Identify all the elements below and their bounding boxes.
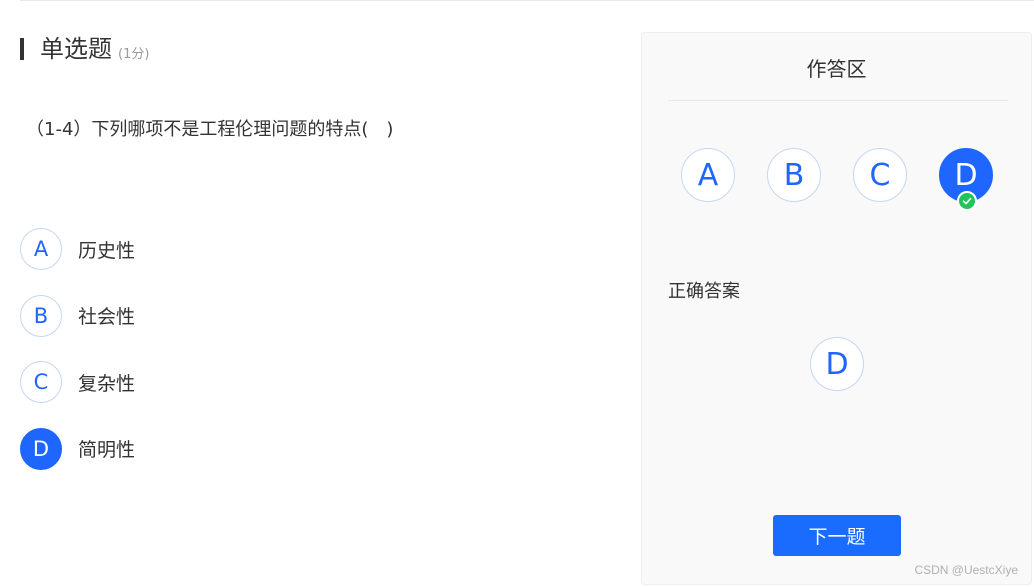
answer-panel-divider (668, 100, 1008, 101)
option-d[interactable]: D 简明性 (20, 427, 135, 471)
answer-choice-a[interactable]: A (681, 148, 735, 202)
option-a[interactable]: A 历史性 (20, 227, 135, 271)
watermark: CSDN @UestcXiye (914, 563, 1018, 577)
header-bar-accent (20, 38, 24, 60)
option-b-text: 社会性 (78, 306, 136, 328)
answer-choice-d[interactable]: D (939, 148, 993, 211)
option-b-letter[interactable]: B (20, 294, 62, 337)
answer-choice-c[interactable]: C (853, 148, 907, 202)
option-c-text: 复杂性 (78, 372, 136, 395)
top-divider (20, 0, 1034, 1)
option-c[interactable]: C 复杂性 (20, 360, 135, 404)
answer-choice-d-letter: D (954, 157, 978, 193)
option-c-letter[interactable]: C (20, 361, 62, 403)
option-d-text: 简明性 (78, 439, 136, 461)
next-question-button[interactable]: 下一题 (773, 515, 901, 556)
answer-choice-row: A B C D (681, 148, 1025, 211)
option-d-letter[interactable]: D (20, 427, 62, 470)
option-list: A 历史性 B 社会性 C 复杂性 D 简明性 (20, 227, 135, 493)
question-type: 单选题 (40, 35, 112, 63)
question-text: （1-4）下列哪项不是工程伦理问题的特点( ) (26, 119, 394, 140)
question-score: (1分) (118, 46, 150, 62)
option-a-text: 历史性 (78, 239, 136, 262)
answer-panel-title: 作答区 (806, 57, 867, 81)
option-a-letter[interactable]: A (20, 228, 62, 270)
answer-choice-b[interactable]: B (767, 148, 821, 202)
correct-answer-value: D (810, 337, 864, 391)
correct-answer-label: 正确答案 (668, 281, 740, 302)
question-header: 单选题 (1分) (20, 34, 149, 64)
option-b[interactable]: B 社会性 (20, 294, 135, 338)
page: 单选题 (1分) （1-4）下列哪项不是工程伦理问题的特点( ) A 历史性 B… (0, 0, 1034, 587)
answer-panel: 作答区 A B C D 正确答案 D 下一题 (641, 32, 1032, 585)
check-icon (957, 191, 977, 211)
